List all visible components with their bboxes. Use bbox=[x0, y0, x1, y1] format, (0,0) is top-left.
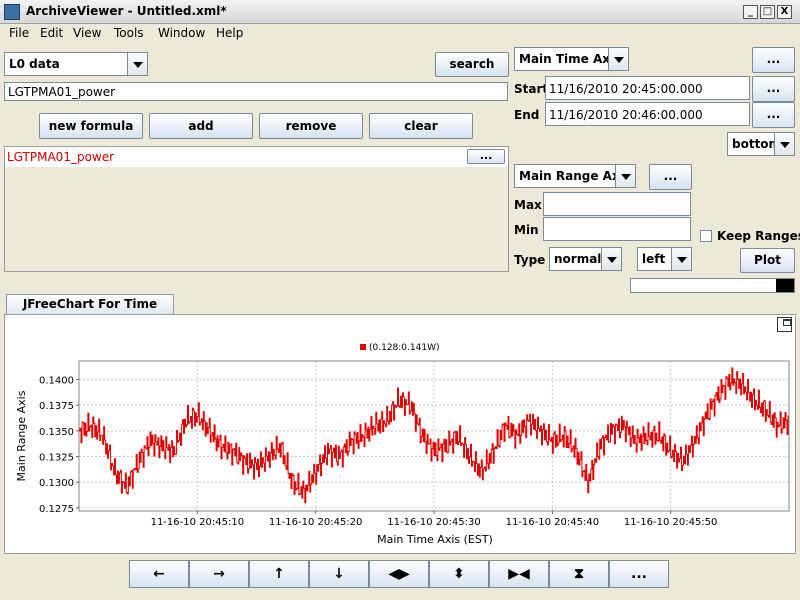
y-tick-label: 0.1350 bbox=[39, 427, 74, 438]
axis-position-combo[interactable]: bottom bbox=[727, 132, 795, 156]
range-max-field[interactable] bbox=[543, 192, 691, 216]
pv-list: LGTPMA01_power ... bbox=[4, 146, 509, 272]
new-formula-button[interactable]: new formula bbox=[39, 113, 143, 139]
chevron-down-icon[interactable] bbox=[774, 133, 794, 155]
window-title: ArchiveViewer - Untitled.xml* bbox=[26, 4, 227, 18]
min-label: Min bbox=[514, 223, 539, 237]
range-axis-combo[interactable]: Main Range Axis bbox=[514, 164, 636, 188]
pv-name-input[interactable]: LGTPMA01_power bbox=[4, 82, 508, 101]
data-source-combo[interactable]: L0 data bbox=[4, 52, 148, 76]
range-type-combo[interactable]: normal bbox=[549, 247, 622, 271]
end-time-field[interactable]: 11/16/2010 20:46:00.000 bbox=[545, 102, 750, 126]
menu-window[interactable]: Window bbox=[158, 26, 205, 40]
progress-bar bbox=[630, 278, 795, 293]
keep-ranges-checkbox[interactable] bbox=[700, 230, 712, 242]
menu-help[interactable]: Help bbox=[216, 26, 243, 40]
zoom-in-vertical-button[interactable]: ⧗ bbox=[549, 560, 609, 588]
progress-indicator bbox=[776, 279, 794, 292]
chevron-down-icon[interactable] bbox=[671, 248, 691, 270]
menu-bar: File Edit View Tools Window Help bbox=[0, 24, 800, 44]
menu-view[interactable]: View bbox=[73, 26, 101, 40]
maximize-button[interactable]: □ bbox=[760, 5, 775, 19]
chevron-down-icon[interactable] bbox=[601, 248, 621, 270]
zoom-out-vertical-button[interactable]: ⬍ bbox=[429, 560, 489, 588]
pan-down-button[interactable]: ↓ bbox=[309, 560, 369, 588]
keep-ranges-label: Keep Ranges bbox=[717, 229, 800, 243]
range-axis-options-button[interactable]: ... bbox=[649, 164, 692, 190]
pan-up-button[interactable]: ↑ bbox=[249, 560, 309, 588]
chevron-down-icon[interactable] bbox=[615, 165, 635, 187]
tab-jfreechart[interactable]: JFreeChart For Time Plots bbox=[6, 294, 174, 330]
type-label: Type bbox=[514, 253, 546, 267]
x-tick-label: 11-16-10 20:45:10 bbox=[151, 517, 244, 528]
remove-button[interactable]: remove bbox=[259, 113, 363, 139]
zoom-in-horizontal-button[interactable]: ▶◀ bbox=[489, 560, 549, 588]
max-label: Max bbox=[514, 198, 542, 212]
time-axis-value: Main Time Axis bbox=[519, 52, 622, 66]
search-button[interactable]: search bbox=[435, 52, 509, 77]
title-bar: ArchiveViewer - Untitled.xml* _ □ X bbox=[0, 0, 800, 24]
grid-lines bbox=[79, 361, 789, 511]
x-tick-label: 11-16-10 20:45:20 bbox=[269, 517, 362, 528]
time-axis-combo[interactable]: Main Time Axis bbox=[514, 47, 629, 71]
chevron-down-icon[interactable] bbox=[608, 48, 628, 70]
end-time-picker-button[interactable]: ... bbox=[752, 102, 795, 128]
menu-tools[interactable]: Tools bbox=[114, 26, 144, 40]
minimize-button[interactable]: _ bbox=[743, 5, 758, 19]
legend-swatch bbox=[360, 344, 366, 350]
menu-edit[interactable]: Edit bbox=[40, 26, 63, 40]
plot-button[interactable]: Plot bbox=[740, 248, 795, 273]
start-time-picker-button[interactable]: ... bbox=[752, 76, 795, 102]
zoom-out-horizontal-button[interactable]: ◀▶ bbox=[369, 560, 429, 588]
legend-label: (0.128:0.141W) bbox=[369, 343, 439, 353]
y-tick-label: 0.1375 bbox=[39, 401, 74, 412]
add-button[interactable]: add bbox=[149, 113, 253, 139]
y-tick-label: 0.1400 bbox=[39, 375, 74, 386]
axis-side-combo[interactable]: left bbox=[637, 247, 692, 271]
time-series-chart: (0.128:0.141W) 0.12750.13000.13250.13500… bbox=[15, 343, 790, 546]
y-axis-ticks: 0.1275 0.1300 0.1325 0.1350 0.1375 0.1400 bbox=[39, 375, 79, 515]
x-tick-label: 11-16-10 20:45:40 bbox=[506, 517, 599, 528]
chevron-down-icon[interactable] bbox=[127, 53, 147, 75]
start-label: Start bbox=[514, 82, 549, 96]
chart-panel: (0.128:0.141W) 0.1275 0.1300 0.1325 0.1350 0… bbox=[4, 314, 796, 554]
range-type-value: normal bbox=[554, 252, 602, 266]
menu-file[interactable]: File bbox=[9, 26, 29, 40]
y-tick-label: 0.1300 bbox=[39, 478, 74, 489]
x-tick-label: 11-16-10 20:45:50 bbox=[624, 517, 717, 528]
time-axis-options-button[interactable]: ... bbox=[752, 47, 795, 73]
end-label: End bbox=[514, 108, 540, 122]
x-tick-label: 11-16-10 20:45:30 bbox=[387, 517, 480, 528]
data-source-value: L0 data bbox=[9, 57, 60, 71]
range-min-field[interactable] bbox=[543, 217, 691, 241]
list-item-options-button[interactable]: ... bbox=[467, 149, 505, 164]
list-item[interactable]: LGTPMA01_power ... bbox=[5, 147, 508, 167]
y-tick-label: 0.1325 bbox=[39, 453, 74, 464]
app-icon bbox=[4, 4, 20, 20]
clear-button[interactable]: clear bbox=[369, 113, 473, 139]
pan-right-button[interactable]: → bbox=[189, 560, 249, 588]
nav-more-button[interactable]: ... bbox=[609, 560, 669, 588]
pan-left-button[interactable]: ← bbox=[129, 560, 189, 588]
axis-side-value: left bbox=[642, 252, 666, 266]
close-button[interactable]: X bbox=[777, 5, 792, 19]
plot-area-frame bbox=[78, 360, 790, 512]
y-tick-label: 0.1275 bbox=[39, 504, 74, 515]
x-axis-ticks: 11-16-10 20:45:10 11-16-10 20:45:20 11-16-… bbox=[151, 511, 717, 528]
y-axis-label: Main Range Axis bbox=[15, 390, 28, 481]
start-time-field[interactable]: 11/16/2010 20:45:00.000 bbox=[545, 76, 750, 100]
x-axis-label: Main Time Axis (EST) bbox=[377, 533, 493, 546]
list-item-label: LGTPMA01_power bbox=[7, 150, 115, 164]
